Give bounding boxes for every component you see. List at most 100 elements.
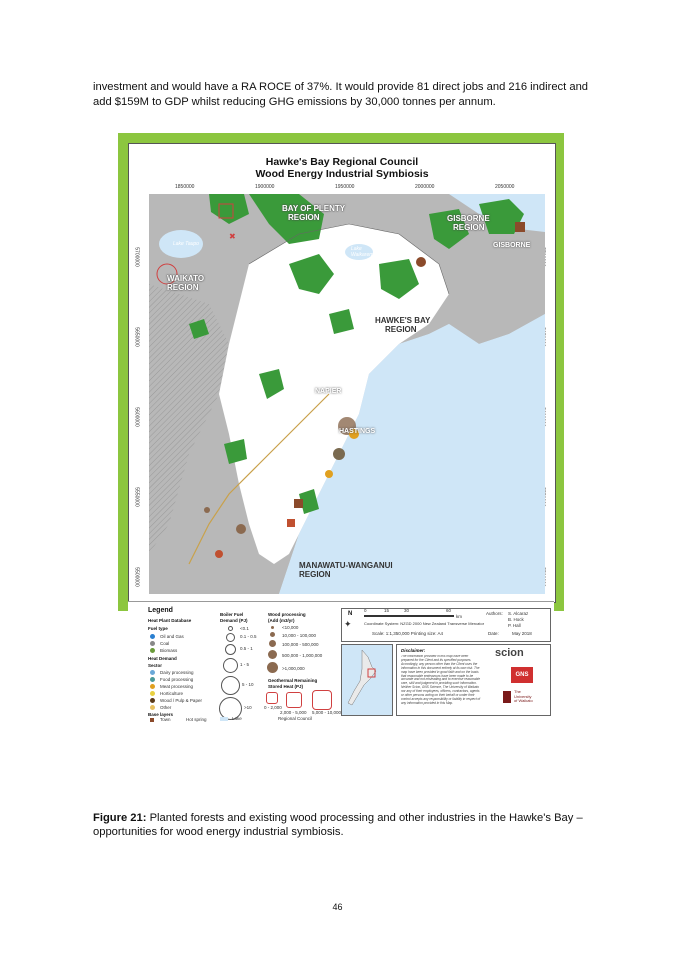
meat-icon <box>150 684 155 689</box>
legend-lake: Lake <box>232 716 242 721</box>
legend-sector-wood: Wood / Pulp & Paper <box>160 698 202 703</box>
legend-wood-3: 100,000 - 500,000 <box>282 642 319 647</box>
legend-fuel-oil-gas: Oil and Gas <box>160 634 184 639</box>
legend-heat-plant-header: Heat Plant Database <box>148 618 192 623</box>
scale-text: Scale: 1:1,350,000 Printing size: A4 <box>372 631 444 636</box>
geo-size-3-icon <box>312 690 332 710</box>
intro-paragraph: investment and would have a RA ROCE of 3… <box>93 81 589 108</box>
geo-size-2-icon <box>286 692 302 708</box>
boiler-size-3-icon <box>225 644 236 655</box>
biomass-icon <box>150 648 155 653</box>
map-landmass: ✖ <box>149 194 545 594</box>
y-coord-2: 5650000 <box>133 327 140 347</box>
label-gisborne-line-1: GISBORNE <box>447 214 490 223</box>
figure-caption-label: Figure 21: <box>93 812 147 824</box>
scale-tick-60: 60 <box>446 608 452 613</box>
food-icon <box>150 677 155 682</box>
waikato-logo-line-3: of Waikato <box>514 698 533 703</box>
label-hawkes-bay-line-1: HAWKE'S BAY <box>375 316 431 325</box>
horticulture-icon <box>150 691 155 696</box>
geo-size-1-icon <box>266 692 278 704</box>
boiler-size-1-icon <box>228 626 233 631</box>
label-napier: NAPIER <box>315 388 342 395</box>
map-legend: Legend Heat Plant Database Fuel type Oil… <box>128 601 554 724</box>
legend-geo-3: 5,000 - 10,000 <box>312 710 342 715</box>
boiler-size-4-icon <box>223 658 238 673</box>
label-manawatu: MANAWATU-WANGANUI REGION <box>299 561 393 579</box>
disclaimer-text: The information provided in this map hav… <box>401 655 481 705</box>
legend-base-hot-spring: Hot spring <box>186 717 207 722</box>
legend-sector-dairy: Dairy processing <box>160 670 194 675</box>
legend-boiler-header-2: Demand (PJ) <box>220 618 248 623</box>
label-manawatu-line-1: MANAWATU-WANGANUI <box>299 561 393 570</box>
legend-wood-5: >1,000,000 <box>282 666 305 671</box>
scale-unit: km <box>456 614 462 619</box>
y-coord-4: 5550000 <box>133 487 140 507</box>
x-coord-4: 2000000 <box>415 184 435 190</box>
legend-fuel-type-header: Fuel type <box>148 626 168 631</box>
legend-geo-2: 2,000 - 5,000 <box>280 710 307 715</box>
legend-heat-demand-header: Heat Demand <box>148 656 177 661</box>
legend-boiler-header-1: Boiler Fuel <box>220 612 244 617</box>
waikato-crest-icon <box>503 691 511 703</box>
legend-sector-header: Sector <box>148 663 163 668</box>
oil-gas-icon <box>150 634 155 639</box>
label-manawatu-line-2: REGION <box>299 570 331 579</box>
legend-boiler-3: 0.5 - 1 <box>240 646 253 651</box>
legend-regional-council: Regional Council <box>278 716 313 721</box>
figure-caption: Figure 21: Planted forests and existing … <box>93 811 603 839</box>
label-lake-waikaremoana-line-2: Waikaremoana <box>351 252 385 258</box>
legend-base-town: Town <box>160 717 171 722</box>
boiler-size-2-icon <box>226 633 235 642</box>
y-coord-3: 5600000 <box>133 407 140 427</box>
author-2: B. Hock <box>508 617 524 622</box>
label-bay-of-plenty-line-1: BAY OF PLENTY <box>282 204 346 213</box>
author-1: S. Alcaraz <box>508 611 529 616</box>
scale-bar <box>364 615 454 617</box>
inset-nz-outline <box>347 649 377 706</box>
waikato-logo-text: The University of Waikato <box>514 689 533 704</box>
wood-pulp-icon <box>150 698 155 703</box>
label-lake-taupo: Lake Taupo <box>173 241 199 247</box>
legend-sector-other: Other <box>160 705 172 710</box>
label-waikato-line-1: WAIKATO <box>167 274 205 283</box>
legend-boiler-1: <0.1 <box>240 626 249 631</box>
legend-fuel-biomass: Biomass <box>160 648 178 653</box>
map-canvas: ✖ BAY OF PLENTY REGION GISBORNE REGION GIS… <box>149 194 545 594</box>
legend-wood-header-2: (Add (m3/yr) <box>268 618 295 623</box>
legend-sector-meat: Meat processing <box>160 684 194 689</box>
page-number: 46 <box>332 902 343 912</box>
legend-wood-2: 10,000 - 100,000 <box>282 633 317 638</box>
y-coord-5: 5500000 <box>133 567 140 587</box>
compass-icon: ✦ <box>344 619 352 629</box>
x-coord-3: 1950000 <box>335 184 355 190</box>
label-gisborne-city: GISBORNE <box>493 242 531 249</box>
legend-wood-4: 500,000 - 1,000,000 <box>282 653 323 658</box>
label-hawkes-bay: HAWKE'S BAY REGION <box>375 316 430 334</box>
wood-size-1-icon <box>271 626 274 629</box>
label-gisborne-region: GISBORNE REGION <box>447 214 490 232</box>
map-panel: Hawke's Bay Regional Council Wood Energy… <box>128 143 556 603</box>
legend-wood-1: <10,000 <box>282 625 299 630</box>
label-hastings: HASTINGS <box>339 428 376 435</box>
wood-size-3-icon <box>269 640 276 647</box>
legend-sector-horticulture: Horticulture <box>160 691 184 696</box>
x-coord-1: 1850000 <box>175 184 195 190</box>
wood-size-5-icon <box>267 662 278 673</box>
legend-geo-header-2: Stored Heat (PJ) <box>268 684 304 689</box>
label-bay-of-plenty: BAY OF PLENTY REGION <box>282 204 345 222</box>
label-gisborne-line-2: REGION <box>453 223 485 232</box>
gns-logo: GNS <box>511 667 533 683</box>
disclaimer-title: Disclaimer: <box>401 648 426 653</box>
inset-map <box>341 644 393 716</box>
authors-label: Authors: <box>486 611 503 616</box>
lake-swatch <box>220 717 228 721</box>
scale-tick-0: 0 <box>364 608 367 613</box>
legend-title: Legend <box>148 607 173 614</box>
legend-geo-header-1: Geothermal Remaining <box>268 678 318 683</box>
legend-fuel-coal: Coal <box>160 641 170 646</box>
legend-wood-header-1: Wood processing <box>268 612 306 617</box>
label-waikato-line-2: REGION <box>167 283 199 292</box>
label-waikato: WAIKATO REGION <box>167 274 204 292</box>
figure-caption-text: Planted forests and existing wood proces… <box>93 812 583 838</box>
